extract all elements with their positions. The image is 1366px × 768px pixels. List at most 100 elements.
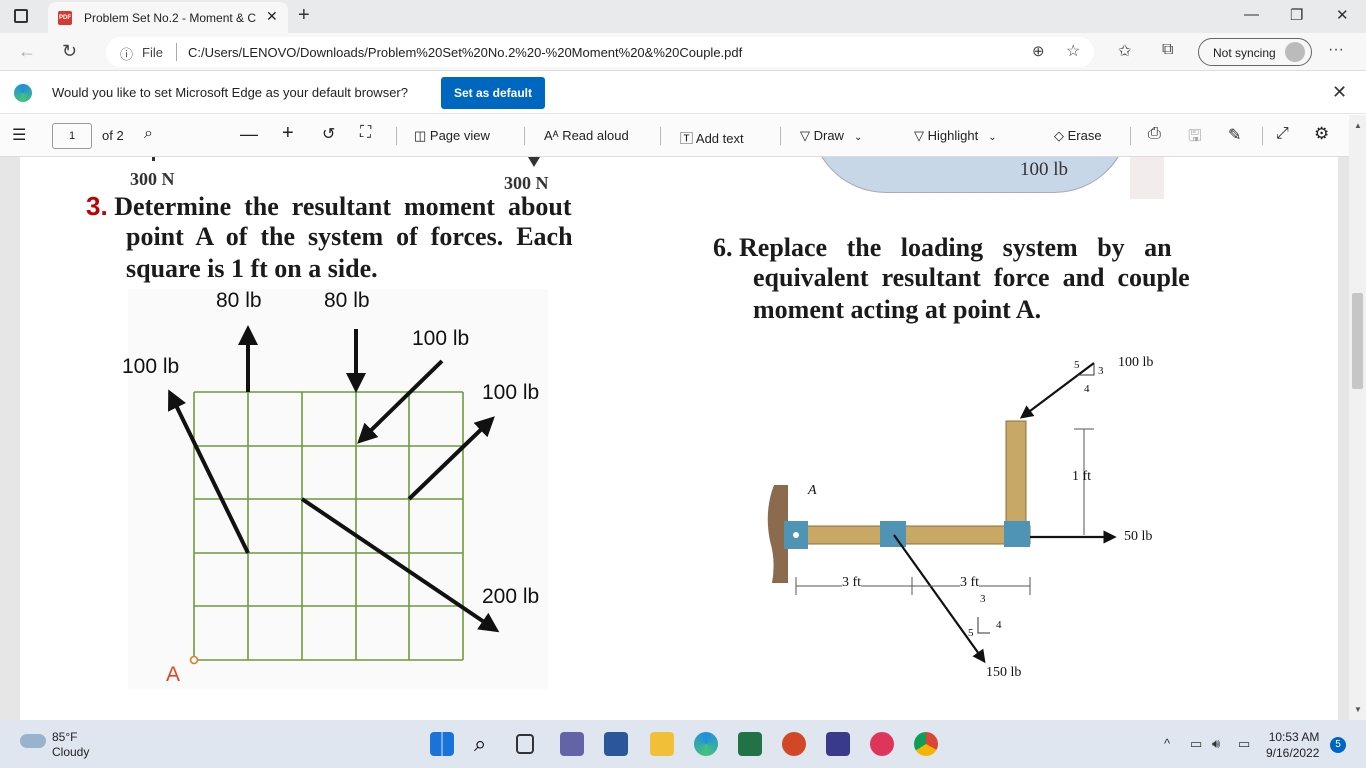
divider — [660, 127, 661, 145]
back-icon[interactable]: ← — [18, 41, 36, 62]
rotate-icon[interactable]: ↺ — [322, 124, 335, 144]
point-a-marker — [189, 655, 199, 665]
browser-tab[interactable]: PDF Problem Set No.2 - Moment & C ✕ — [48, 2, 288, 33]
notification-badge[interactable]: 5 — [1330, 737, 1346, 753]
temperature: 85°F — [52, 730, 78, 744]
chat-icon[interactable] — [560, 732, 584, 756]
file-explorer-icon[interactable] — [650, 732, 674, 756]
erase-button[interactable]: ◇ Erase — [1054, 128, 1102, 144]
file-label: File — [142, 45, 163, 60]
url-field[interactable]: ⓘ File C:/Users/LENOVO/Downloads/Problem… — [106, 37, 1094, 67]
info-icon[interactable]: ⓘ — [120, 44, 133, 63]
collections-icon[interactable]: ⧉ — [1162, 41, 1173, 59]
highlight-button[interactable]: ▽ Highlight ⌄ — [914, 128, 997, 144]
scroll-up-icon[interactable]: ▲ — [1354, 121, 1362, 130]
read-aloud-button[interactable]: Aᴬ Read aloud — [544, 128, 629, 143]
label-50lb: 50 lb — [1124, 529, 1153, 544]
excel-icon[interactable] — [738, 732, 762, 756]
vertical-scrollbar[interactable]: ▲ ▼ — [1349, 115, 1366, 720]
zoom-icon[interactable]: ⊕ — [1032, 42, 1045, 60]
settings-icon[interactable]: ⚙ — [1314, 124, 1329, 144]
eraser-icon: ◇ — [1054, 128, 1068, 143]
task-view-icon[interactable] — [516, 734, 534, 754]
draw-button[interactable]: ▽ Draw ⌄ — [800, 128, 862, 144]
zoom-out-icon[interactable]: — — [240, 124, 258, 145]
edge-icon[interactable] — [694, 732, 718, 756]
tab-close-icon[interactable]: ✕ — [266, 8, 278, 25]
refresh-icon[interactable]: ↻ — [62, 41, 77, 62]
default-browser-bar: Would you like to set Microsoft Edge as … — [0, 72, 1366, 114]
start-icon[interactable] — [430, 732, 454, 756]
store-icon[interactable] — [826, 732, 850, 756]
search-icon[interactable]: ⌕ — [474, 732, 498, 756]
save-as-icon[interactable]: ✎ — [1228, 125, 1241, 145]
network-icon[interactable]: ▭ — [1190, 736, 1202, 752]
bracket-end — [1004, 521, 1030, 547]
fit-page-icon[interactable]: ⛶ — [360, 124, 371, 142]
scroll-down-icon[interactable]: ▼ — [1354, 705, 1362, 714]
problem-6-number: 6. — [713, 233, 733, 262]
close-infobar-icon[interactable]: ✕ — [1332, 82, 1347, 103]
new-tab-icon[interactable]: + — [298, 4, 310, 27]
problem-3-text-1: Determine the resultant moment about — [114, 192, 572, 221]
close-window-icon[interactable]: ✕ — [1336, 6, 1349, 24]
force-grid-diagram — [168, 325, 500, 665]
divider — [176, 43, 177, 61]
chevron-up-icon[interactable]: ^ — [1164, 736, 1170, 751]
print-icon[interactable]: ⎙ — [1148, 125, 1161, 143]
label-100lb-left: 100 lb — [122, 355, 180, 378]
set-default-button[interactable]: Set as default — [441, 77, 545, 109]
page-number-input[interactable]: 1 — [52, 123, 92, 149]
label-3ft-a: 3 ft — [842, 575, 862, 591]
clock[interactable]: 10:53 AM 9/16/2022 — [1266, 729, 1319, 761]
time: 10:53 AM — [1268, 730, 1320, 744]
divider — [1262, 127, 1263, 145]
erase-label: Erase — [1067, 128, 1102, 143]
taskbar: 85°F Cloudy ⌕ ^ ▭ 🔊︎ ▭ 10:53 AM 9/16/202… — [0, 720, 1366, 768]
camera-icon[interactable] — [870, 732, 894, 756]
word-icon[interactable] — [604, 732, 628, 756]
zoom-in-icon[interactable]: + — [282, 122, 294, 145]
dimension-lines — [795, 428, 1094, 595]
more-icon[interactable]: ··· — [1328, 41, 1344, 59]
search-icon[interactable]: ⌕ — [144, 125, 153, 143]
restore-icon[interactable]: ❐ — [1290, 6, 1303, 24]
minimize-icon[interactable]: — — [1244, 6, 1259, 23]
favorites-icon[interactable]: ✩ — [1118, 41, 1131, 61]
read-aloud-label: Read aloud — [562, 128, 629, 143]
pdf-page: 300 N 300 N 100 lb 3. Determine the resu… — [20, 157, 1338, 720]
page-total: of 2 — [102, 128, 124, 143]
pdf-icon: PDF — [58, 11, 72, 25]
save-icon[interactable]: 🖫 — [1188, 125, 1202, 152]
chevron-down-icon: ⌄ — [988, 132, 997, 143]
profile-button[interactable]: Not syncing — [1198, 38, 1312, 66]
date: 9/16/2022 — [1266, 746, 1320, 760]
label-100lb-diagonal: 100 lb — [412, 327, 470, 350]
add-text-button[interactable]: 🅃 Add text — [680, 128, 744, 147]
problem-6-line-3: moment acting at point A. — [753, 295, 1042, 324]
url-text: C:/Users/LENOVO/Downloads/Problem%20Set%… — [188, 45, 743, 60]
partial-label-300n-left: 300 N — [130, 169, 175, 189]
divider — [396, 127, 397, 145]
problem-3-number: 3. — [86, 191, 108, 221]
contents-icon[interactable]: ☰ — [12, 125, 26, 145]
add-favorite-icon[interactable]: ☆ — [1066, 41, 1080, 61]
arrow-100lb-right — [407, 416, 495, 501]
battery-icon[interactable]: ▭ — [1238, 736, 1250, 752]
powerpoint-icon[interactable] — [782, 732, 806, 756]
bent-bar-diagram — [767, 362, 1117, 664]
divider — [780, 127, 781, 145]
scrollbar-thumb[interactable] — [1352, 293, 1363, 389]
label-slope-3a: 3 — [1098, 365, 1104, 377]
page-view-button[interactable]: ◫ Page view — [414, 128, 490, 144]
expand-icon[interactable]: ⤢ — [1276, 125, 1289, 143]
partial-figure-disk — [810, 157, 1130, 193]
volume-icon[interactable]: 🔊︎ — [1212, 736, 1220, 752]
problem-3-line-1: 3. Determine the resultant moment about — [86, 191, 572, 222]
address-bar: ← ↻ ⓘ File C:/Users/LENOVO/Downloads/Pro… — [0, 33, 1366, 71]
sidebar-toggle-icon[interactable] — [14, 9, 28, 23]
weather-widget[interactable]: 85°F Cloudy — [52, 730, 89, 760]
page-view-icon: ◫ — [414, 128, 430, 143]
chrome-icon[interactable] — [914, 732, 938, 756]
pdf-viewer[interactable]: 300 N 300 N 100 lb 3. Determine the resu… — [0, 157, 1349, 720]
